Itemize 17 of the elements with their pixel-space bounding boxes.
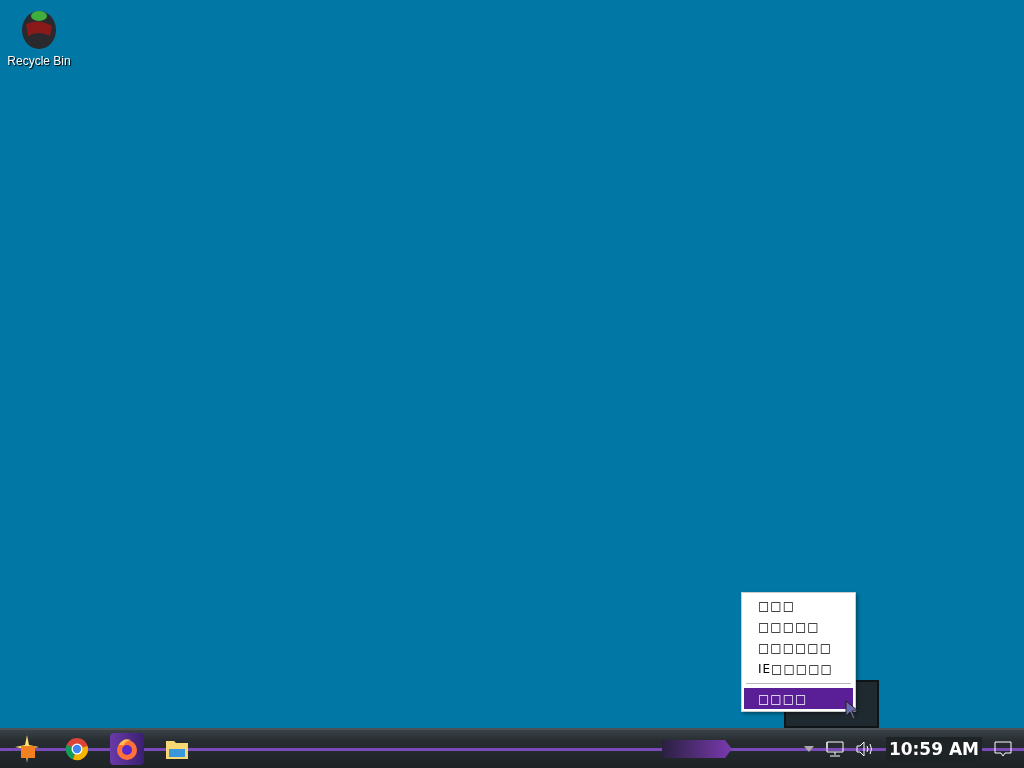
notification-icon[interactable] [994,741,1012,757]
chrome-icon [65,737,89,761]
menu-item[interactable]: □□□□ [744,688,853,709]
menu-item[interactable]: □□□□□ [744,616,853,637]
mouse-cursor-icon [845,700,859,720]
icon-label: Recycle Bin [7,54,71,68]
network-icon[interactable] [825,741,844,757]
menu-item[interactable]: IE□□□□□ [744,658,853,679]
firefox-icon [115,737,139,761]
caret-icon[interactable] [803,746,814,752]
taskbar-app-button[interactable] [110,733,144,765]
menu-item[interactable]: □□□□□□ [744,637,853,658]
taskbar-ornament [661,740,732,758]
volume-icon[interactable] [855,741,874,757]
clock[interactable]: 10:59 AM [885,737,982,761]
menu-item[interactable]: □□□ [744,595,853,616]
folder-icon [165,738,189,760]
